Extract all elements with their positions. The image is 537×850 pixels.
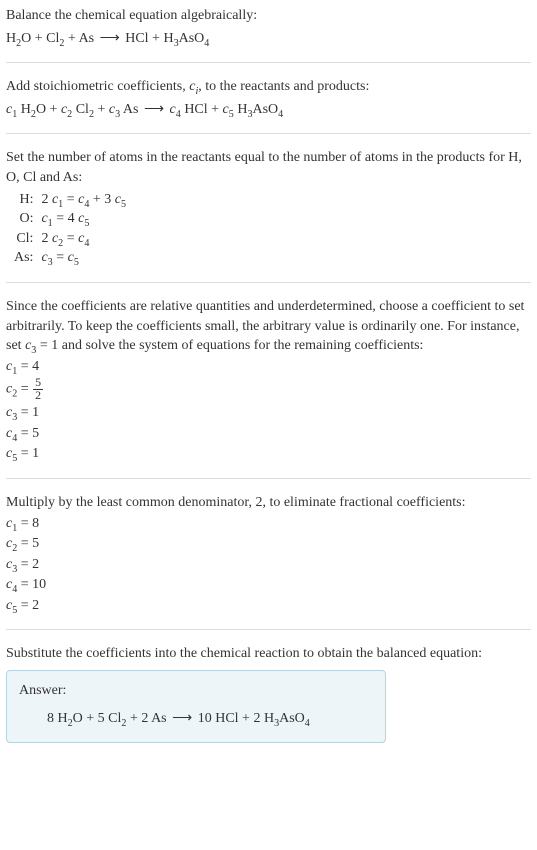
atom-equation: c1 = 4 c5 [37, 209, 130, 229]
intro-text: Balance the chemical equation algebraica… [6, 6, 531, 26]
coef-c3: c3 = 2 [6, 555, 531, 575]
divider [6, 282, 531, 283]
coef-c5: c5 = 1 [6, 444, 531, 464]
coef-c5: c5 = 2 [6, 596, 531, 616]
atom-balance-table: H: 2 c1 = c4 + 3 c5 O: c1 = 4 c5 Cl: 2 c… [10, 190, 130, 268]
answer-box: Answer: 8 H2O + 5 Cl2 + 2 As ⟶ 10 HCl + … [6, 670, 386, 743]
intro-text: Multiply by the least common denominator… [6, 493, 531, 513]
atom-equation: 2 c1 = c4 + 3 c5 [37, 190, 130, 210]
section-solve: Since the coefficients are relative quan… [6, 297, 531, 464]
reactant-h2o: H2O + Cl2 + As [6, 31, 98, 46]
section-multiply: Multiply by the least common denominator… [6, 493, 531, 616]
section-coefficients: Add stoichiometric coefficients, ci, to … [6, 77, 531, 119]
section-substitute: Substitute the coefficients into the che… [6, 644, 531, 743]
divider [6, 478, 531, 479]
unbalanced-equation: H2O + Cl2 + As ⟶ HCl + H3AsO4 [6, 29, 531, 49]
atom-label: O: [10, 209, 37, 229]
coef-c3: c3 = 1 [6, 403, 531, 423]
balanced-equation: 8 H2O + 5 Cl2 + 2 As ⟶ 10 HCl + 2 H3AsO4 [19, 709, 373, 729]
coef-c1: c1 = 8 [6, 514, 531, 534]
divider [6, 62, 531, 63]
answer-label: Answer: [19, 681, 373, 701]
fraction: 52 [33, 377, 43, 402]
divider [6, 629, 531, 630]
section-balance-intro: Balance the chemical equation algebraica… [6, 6, 531, 48]
coefficient-equation: c1 H2O + c2 Cl2 + c3 As ⟶ c4 HCl + c5 H3… [6, 100, 531, 120]
intro-text: Substitute the coefficients into the che… [6, 644, 531, 664]
coef-c4: c4 = 10 [6, 575, 531, 595]
atom-row-o: O: c1 = 4 c5 [10, 209, 130, 229]
coef-c2: c2 = 52 [6, 377, 531, 402]
atom-row-as: As: c3 = c5 [10, 248, 130, 268]
atom-label: Cl: [10, 229, 37, 249]
intro-text: Since the coefficients are relative quan… [6, 297, 531, 356]
divider [6, 133, 531, 134]
atom-row-cl: Cl: 2 c2 = c4 [10, 229, 130, 249]
atom-label: As: [10, 248, 37, 268]
atom-equation: c3 = c5 [37, 248, 130, 268]
atom-equation: 2 c2 = c4 [37, 229, 130, 249]
intro-text: Add stoichiometric coefficients, ci, to … [6, 77, 531, 97]
products: HCl + H3AsO4 [122, 31, 210, 46]
coef-c1: c1 = 4 [6, 357, 531, 377]
reaction-arrow: ⟶ [100, 29, 120, 49]
coef-c2: c2 = 5 [6, 534, 531, 554]
atom-label: H: [10, 190, 37, 210]
atom-row-h: H: 2 c1 = c4 + 3 c5 [10, 190, 130, 210]
coef-c4: c4 = 5 [6, 424, 531, 444]
intro-text: Set the number of atoms in the reactants… [6, 148, 531, 187]
section-atom-equations: Set the number of atoms in the reactants… [6, 148, 531, 268]
